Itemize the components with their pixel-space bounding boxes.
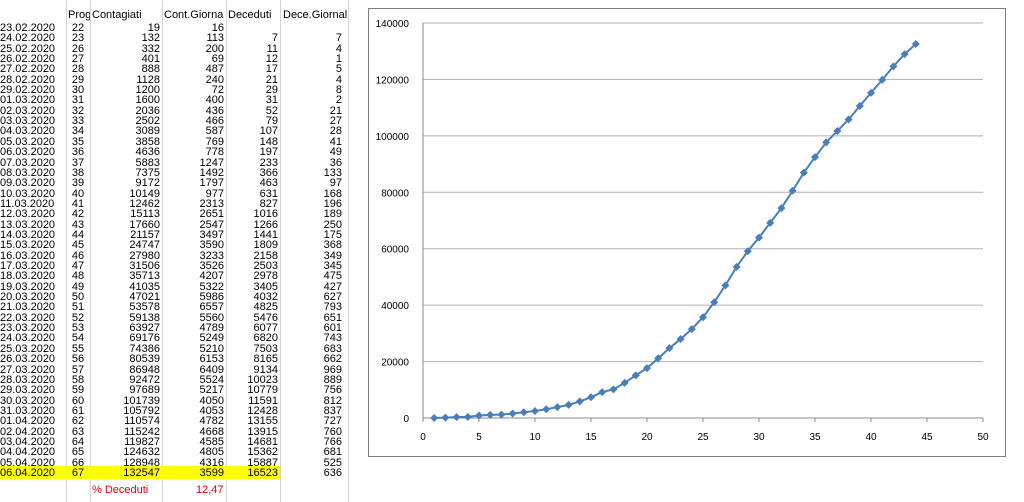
y-tick-label: 40000 bbox=[381, 301, 409, 312]
x-tick-label: 40 bbox=[865, 432, 877, 443]
y-tick-label: 100000 bbox=[376, 132, 410, 143]
data-point bbox=[575, 397, 584, 406]
y-tick-label: 120000 bbox=[376, 75, 410, 86]
x-tick-label: 15 bbox=[585, 432, 597, 443]
cell-cont-giornalieri[interactable]: 3599 bbox=[162, 467, 224, 479]
data-point bbox=[441, 413, 450, 422]
data-point bbox=[553, 403, 562, 412]
y-tick-label: 80000 bbox=[381, 188, 409, 199]
data-point bbox=[531, 406, 539, 415]
y-tick-label: 0 bbox=[403, 414, 409, 425]
cell-dece-giornalieri[interactable]: 636 bbox=[282, 467, 342, 479]
header-dece-giornalieri[interactable]: Dece.Giornal. bbox=[283, 8, 348, 22]
y-tick-label: 140000 bbox=[376, 19, 410, 30]
x-tick-label: 25 bbox=[697, 432, 709, 443]
header-deceduti[interactable]: Deceduti bbox=[228, 8, 280, 22]
x-tick-label: 30 bbox=[753, 432, 765, 443]
x-tick-label: 50 bbox=[977, 432, 989, 443]
cell-prog[interactable]: 67 bbox=[68, 467, 88, 479]
y-tick-label: 60000 bbox=[381, 245, 409, 256]
header-contagiati[interactable]: Contagiati bbox=[92, 8, 162, 22]
data-point bbox=[564, 400, 573, 409]
x-tick-label: 0 bbox=[420, 432, 426, 443]
data-point bbox=[508, 409, 517, 418]
y-tick-label: 20000 bbox=[381, 358, 409, 369]
chart-area[interactable]: 0 20000 40000 60000 80000 100000 120000 140000 0… bbox=[368, 8, 1006, 457]
x-tick-label: 20 bbox=[641, 432, 653, 443]
data-point bbox=[497, 410, 506, 419]
data-point bbox=[430, 413, 439, 422]
data-point bbox=[463, 412, 472, 421]
data-point bbox=[452, 413, 461, 422]
data-point bbox=[519, 408, 528, 417]
line-chart: 0 20000 40000 60000 80000 100000 120000 140000 0… bbox=[376, 19, 989, 443]
x-tick-label: 10 bbox=[529, 432, 541, 443]
cell-deceduti[interactable]: 16523 bbox=[228, 467, 278, 479]
header-cont-giornalieri[interactable]: Cont.Giorna bbox=[164, 8, 226, 22]
data-point bbox=[609, 385, 618, 394]
data-point bbox=[598, 388, 607, 397]
cell-contagiati[interactable]: 132547 bbox=[90, 467, 160, 479]
cell-date[interactable]: 06.04.2020 bbox=[0, 467, 64, 479]
header-prog[interactable]: Prog bbox=[68, 8, 90, 22]
x-tick-label: 45 bbox=[921, 432, 933, 443]
x-tick-label: 5 bbox=[476, 432, 482, 443]
percent-deceased-label[interactable]: % Deceduti bbox=[92, 484, 148, 496]
data-point bbox=[542, 405, 551, 414]
table-row: 06.04.2020 67 132547 3599 16523 636 bbox=[0, 467, 350, 479]
x-tick-label: 35 bbox=[809, 432, 821, 443]
percent-deceased-value[interactable]: 12,47 bbox=[196, 484, 224, 496]
data-point bbox=[587, 393, 595, 402]
